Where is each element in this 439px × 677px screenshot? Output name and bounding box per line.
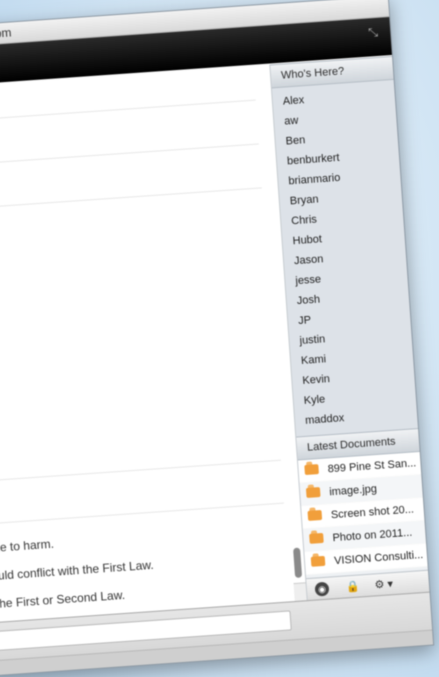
- document-name: VISION Consulti...: [333, 549, 424, 568]
- document-name: image.jpg: [328, 483, 378, 499]
- window-title: Room: [0, 25, 12, 42]
- lock-icon[interactable]: 🔒: [344, 578, 361, 595]
- folder-file-icon: [307, 510, 323, 522]
- message-divider: [0, 99, 256, 122]
- folder-file-icon: [309, 533, 324, 544]
- chat-scrollbar[interactable]: [293, 547, 303, 578]
- message-divider: [0, 502, 284, 525]
- message-divider: [0, 187, 262, 210]
- message-divider: [0, 143, 259, 166]
- globe-icon[interactable]: ◉: [314, 581, 330, 597]
- chat-message: with the First or Second Law.: [0, 587, 126, 613]
- chat-transcript[interactable]: o come to harm. rs would conflict with t…: [0, 64, 308, 625]
- document-list: 899 Pine St San... image.jpg Screen shot…: [297, 451, 428, 576]
- screenshot-stage: Room ⤡ o come to harm. rs would conflict…: [0, 0, 439, 677]
- gear-icon[interactable]: ⚙ ▾: [370, 576, 397, 594]
- resize-icon[interactable]: ⤡: [368, 25, 381, 40]
- user-list: Alex aw Ben benburkert brianmario Bryan …: [272, 80, 418, 432]
- chat-message: rs would conflict with the First Law.: [0, 557, 155, 585]
- chat-room-window: Room ⤡ o come to harm. rs would conflict…: [0, 0, 435, 677]
- document-name: Screen shot 20...: [330, 503, 415, 522]
- document-name: 899 Pine St San...: [327, 457, 417, 476]
- message-divider: [0, 459, 281, 482]
- chat-message: o come to harm.: [0, 536, 55, 557]
- scroll-corner: [293, 582, 307, 603]
- folder-file-icon: [304, 464, 319, 476]
- document-name: Photo on 2011...: [332, 526, 413, 545]
- latest-documents: Latest Documents 899 Pine St San... imag…: [296, 428, 430, 602]
- folder-file-icon: [305, 487, 321, 499]
- folder-file-icon: [310, 555, 326, 567]
